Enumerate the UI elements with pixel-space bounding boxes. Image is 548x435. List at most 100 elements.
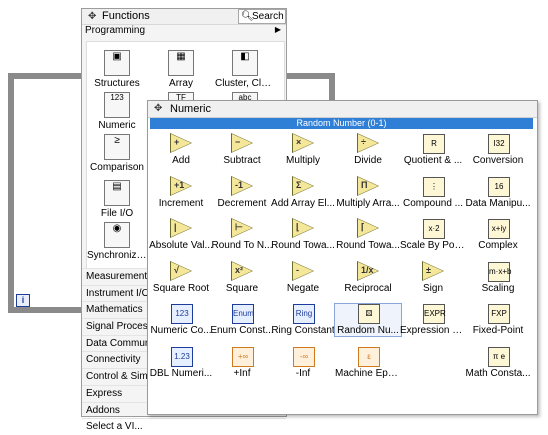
numeric-item-add-array-el[interactable]: Σ Add Array El... [270,176,336,209]
palette-item-label: Comparison [90,162,144,173]
pin-icon[interactable]: ✥ [154,103,162,114]
random-nu-icon: ⚄ [357,304,380,324]
palette-item-label: Cluster, Clas... [215,78,275,89]
numeric-item-multiply[interactable]: × Multiply [270,133,336,166]
file-io-icon: ▤ [104,180,130,206]
numeric-item-label: Increment [158,198,204,209]
category-item[interactable]: Select a VI... [82,418,286,435]
numeric-item-label: Scale By Pow... [400,240,466,251]
numeric-item-divide[interactable]: ÷ Divide [335,133,401,166]
machine-eps-icon: ε [357,347,380,367]
subtract-icon: − [231,133,253,153]
quotient-icon: R [422,134,445,154]
numeric-item-multiply-arra[interactable]: Π Multiply Arra... [335,176,401,209]
numeric-co-icon: 123 [170,304,193,324]
numeric-item-subtract[interactable]: − Subtract [209,133,275,166]
numeric-item-label: Add [172,155,190,166]
numeric-item-conversion[interactable]: I32 Conversion [465,134,531,166]
palette-item-file-io[interactable]: ▤ File I/O [87,180,147,219]
numeric-item-inf[interactable]: -∞ -Inf [270,347,336,379]
increment-icon: +1 [170,176,192,196]
numeric-item-label: -Inf [295,368,311,379]
search-button[interactable]: 🔍︎ Search [238,9,286,24]
numeric-item-label: Negate [286,283,320,294]
numeric-item-label: Divide [354,155,382,166]
round-to-n-icon: ⊢ [231,218,253,238]
numeric-item-round-to-n[interactable]: ⊢ Round To N... [209,218,275,251]
palette-item-array[interactable]: ▦ Array [151,50,211,89]
numeric-item-ring-constant[interactable]: Ring Ring Constant [270,304,336,336]
numeric-item-numeric-co[interactable]: 123 Numeric Co... [148,304,214,336]
add-icon: + [170,133,192,153]
dbl-numeri-icon: 1.23 [170,347,193,367]
math-consta-icon: π e [487,347,510,367]
numeric-item-label: DBL Numeri... [149,368,213,379]
square-root-icon: √ [170,261,192,281]
numeric-item-increment[interactable]: +1 Increment [148,176,214,209]
numeric-item-inf[interactable]: +∞ +Inf [209,347,275,379]
palette-item-label: Structures [94,78,140,89]
category-programming[interactable]: Programming ▶ [85,25,283,38]
numeric-item-fixed-point[interactable]: FXP Fixed-Point [465,304,531,336]
palette-item-cluster[interactable]: ◧ Cluster, Clas... [215,50,275,89]
compound-icon: ⋮ [422,177,445,197]
numeric-item-expression-n[interactable]: EXPR Expression N... [400,304,466,336]
numeric-item-sign[interactable]: ± Sign [400,261,466,294]
pin-icon[interactable]: ✥ [88,11,96,22]
numeric-item-label: Machine Eps... [335,368,401,379]
numeric-item-label: Round Towa... [336,240,400,251]
conversion-icon: I32 [487,134,510,154]
ring-constant-icon: Ring [292,304,315,324]
add-array-el-icon: Σ [292,176,314,196]
array-icon: ▦ [168,50,194,76]
numeric-item-add[interactable]: + Add [148,133,214,166]
numeric-item-round-towa[interactable]: ⌊ Round Towa... [270,218,336,251]
numeric-item-square[interactable]: x² Square [209,261,275,294]
numeric-item-blank[interactable] [400,347,466,368]
numeric-item-label: Sign [422,283,443,294]
palette-item-structures[interactable]: ▣ Structures [87,50,147,89]
numeric-item-data-manipu[interactable]: 16 Data Manipu... [465,177,531,209]
functions-palette-titlebar[interactable]: ✥ Functions 🔍︎ Search [82,9,286,25]
decrement-icon: -1 [231,176,253,196]
structures-icon: ▣ [104,50,130,76]
numeric-item-complex[interactable]: x+iy Complex [465,219,531,251]
numeric-item-label: Math Consta... [465,368,531,379]
fixed-point-icon: FXP [487,304,510,324]
expression-n-icon: EXPR [422,304,446,324]
numeric-item-scaling[interactable]: m·x+b Scaling [465,262,531,294]
numeric-item-negate[interactable]: - Negate [270,261,336,294]
loop-border-bottom [8,307,83,313]
numeric-item-dbl-numeri[interactable]: 1.23 DBL Numeri... [148,347,214,379]
numeric-item-label: Data Manipu... [465,198,531,209]
numeric-item-label: Multiply [286,155,320,166]
numeric-item-absolute-val[interactable]: | Absolute Val... [148,218,214,251]
numeric-item-label: Reciprocal [344,283,392,294]
numeric-palette-title: Numeric [170,103,211,115]
numeric-item-decrement[interactable]: -1 Decrement [209,176,275,209]
numeric-item-quotient[interactable]: R Quotient & ... [400,134,466,166]
iteration-terminal[interactable]: i [16,294,30,307]
numeric-palette-titlebar[interactable]: ✥ Numeric [148,101,537,118]
multiply-icon: × [292,133,314,153]
round-towa-icon: ⌊ [292,218,314,238]
numeric-item-square-root[interactable]: √ Square Root [148,261,214,294]
numeric-item-random-nu[interactable]: ⚄ Random Nu... [334,303,402,337]
numeric-item-reciprocal[interactable]: 1/x Reciprocal [335,261,401,294]
category-programming-label: Programming [85,25,146,36]
numeric-item-label: Ring Constant [271,325,335,336]
scaling-icon: m·x+b [487,262,511,282]
palette-item-synchronization[interactable]: ◉ Synchronizat... [87,222,147,261]
numeric-item-compound[interactable]: ⋮ Compound ... [400,177,466,209]
numeric-item-math-consta[interactable]: π e Math Consta... [465,347,531,379]
numeric-item-enum-const[interactable]: Enum Enum Const... [209,304,275,336]
cluster-icon: ◧ [232,50,258,76]
loop-border-right [329,73,335,103]
numeric-item-machine-eps[interactable]: ε Machine Eps... [335,347,401,379]
numeric-item-label: Enum Const... [210,325,274,336]
numeric-item-round-towa[interactable]: ⌈ Round Towa... [335,218,401,251]
numeric-item-label: Add Array El... [271,198,335,209]
palette-item-numeric[interactable]: 123 Numeric [87,92,147,131]
palette-item-comparison[interactable]: ≥ Comparison [87,134,147,173]
numeric-item-scale-by-pow[interactable]: x·2 Scale By Pow... [400,219,466,251]
